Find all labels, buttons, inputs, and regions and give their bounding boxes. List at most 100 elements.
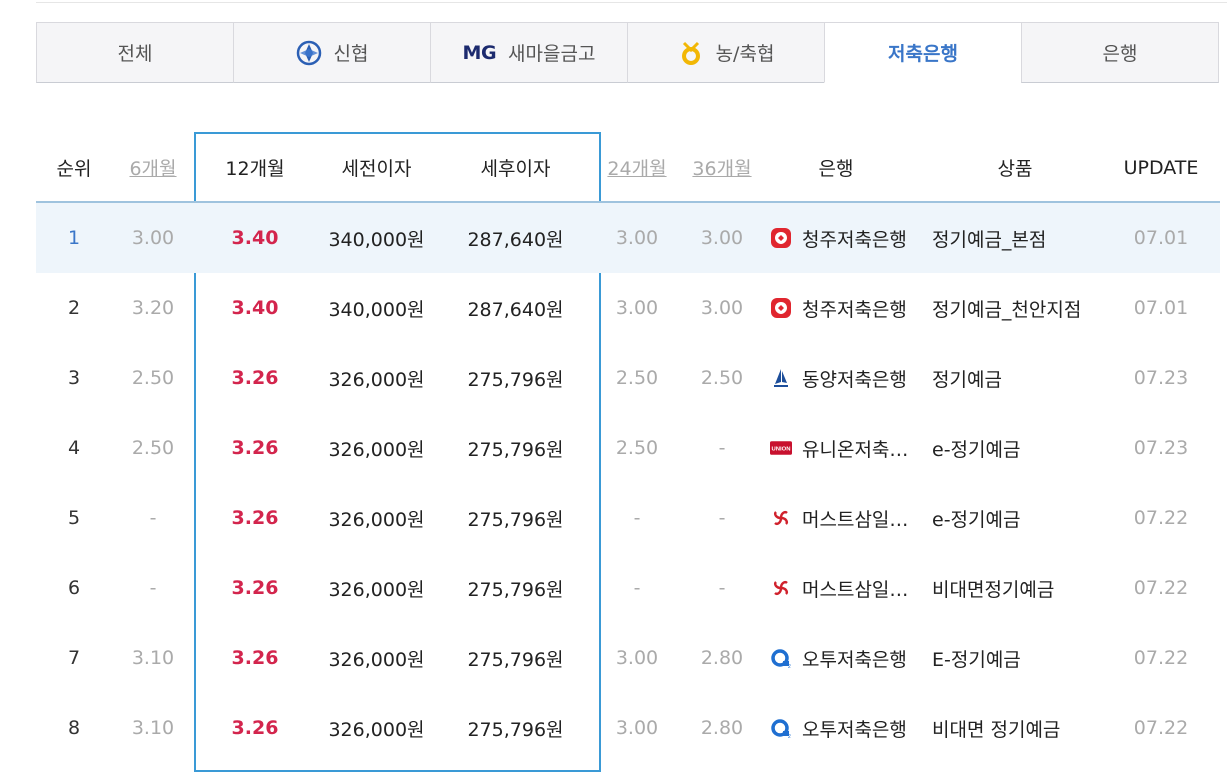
tab-savings-bank[interactable]: 저축은행: [824, 22, 1021, 83]
rate-24m-cell: -: [633, 507, 641, 529]
bank-cell[interactable]: 머스트삼일…: [764, 505, 928, 532]
rate-24m-cell: 3.00: [615, 717, 659, 739]
product-cell[interactable]: e-정기예금: [928, 435, 1102, 462]
pre-tax-cell: 326,000원: [328, 648, 425, 671]
pre-tax-cell: 326,000원: [328, 578, 425, 601]
product-cell[interactable]: 비대면 정기예금: [928, 715, 1102, 742]
shinhyup-logo-icon: [296, 40, 322, 66]
table-row[interactable]: 1 3.00 3.40 340,000원 287,640원 3.00 3.00 청주저축은행 정…: [36, 203, 1220, 273]
svg-text:UNION: UNION: [771, 447, 790, 453]
rate-36m-cell: -: [718, 437, 726, 459]
bank-name: 머스트삼일…: [802, 578, 909, 601]
rate-24m-cell: 3.00: [615, 647, 659, 669]
rank-cell: 1: [67, 227, 81, 249]
rank-cell: 3: [67, 367, 81, 389]
bank-cell[interactable]: 동양저축은행: [764, 365, 928, 392]
rate-36m-cell: 2.80: [700, 647, 744, 669]
table-row[interactable]: 2 3.20 3.40 340,000원 287,640원 3.00 3.00 청주저축은행 정…: [36, 273, 1220, 343]
header-update: UPDATE: [1123, 156, 1199, 179]
product-cell[interactable]: 정기예금_본점: [928, 225, 1102, 252]
header-12-months[interactable]: 12개월: [194, 154, 316, 181]
rank-cell: 7: [67, 647, 81, 669]
pre-tax-cell: 326,000원: [328, 718, 425, 741]
post-tax-cell: 275,796원: [467, 438, 564, 461]
bank-cell[interactable]: 2 오투저축은행: [764, 715, 928, 742]
rate-24m-cell: 2.50: [615, 367, 659, 389]
tab-nonghyup[interactable]: 농/축협: [627, 22, 824, 83]
rate-12m-cell: 3.40: [231, 297, 279, 319]
update-date-cell: 07.23: [1133, 437, 1189, 459]
rank-cell: 8: [67, 717, 81, 739]
post-tax-cell: 275,796원: [467, 368, 564, 391]
table-row[interactable]: 7 3.10 3.26 326,000원 275,796원 3.00 2.80 2 오투저축은행…: [36, 623, 1220, 693]
table-row[interactable]: 5 - 3.26 326,000원 275,796원 - - 머스트삼일… e-정기예금 07.2…: [36, 483, 1220, 553]
bank-cell[interactable]: 2 오투저축은행: [764, 645, 928, 672]
product-cell[interactable]: 정기예금_천안지점: [928, 295, 1102, 322]
rate-6m-cell: 2.50: [131, 437, 175, 459]
nonghyup-logo-icon: [678, 40, 704, 66]
table-row[interactable]: 8 3.10 3.26 326,000원 275,796원 3.00 2.80 2 오투저축은행…: [36, 693, 1220, 763]
product-cell[interactable]: E-정기예금: [928, 645, 1102, 672]
tab-label: 농/축협: [715, 43, 775, 65]
svg-text:2: 2: [788, 734, 791, 739]
table-row[interactable]: 4 2.50 3.26 326,000원 275,796원 2.50 - UNION 유니온저축…: [36, 413, 1220, 483]
update-date-cell: 07.22: [1133, 577, 1189, 599]
bank-cell[interactable]: 머스트삼일…: [764, 575, 928, 602]
bank-name: 유니온저축…: [802, 438, 909, 461]
update-date-cell: 07.22: [1133, 717, 1189, 739]
update-date-cell: 07.23: [1133, 367, 1189, 389]
post-tax-cell: 275,796원: [467, 648, 564, 671]
deposit-rank-table: 순위 6개월 12개월 세전이자 세후이자 24개월 36개월 은행 상품 UP…: [36, 134, 1220, 763]
rate-24m-cell: -: [633, 577, 641, 599]
rate-6m-cell: -: [149, 507, 157, 529]
rate-36m-cell: 2.80: [700, 717, 744, 739]
product-cell[interactable]: e-정기예금: [928, 505, 1102, 532]
tab-all[interactable]: 전체: [36, 22, 233, 83]
header-6-months[interactable]: 6개월: [112, 154, 194, 181]
product-cell[interactable]: 비대면정기예금: [928, 575, 1102, 602]
header-24-months[interactable]: 24개월: [594, 154, 680, 181]
bank-name: 오투저축은행: [802, 718, 907, 741]
must-samil-bank-logo-icon: [770, 507, 792, 529]
tab-shinhyup[interactable]: 신협: [233, 22, 430, 83]
update-date-cell: 07.01: [1133, 227, 1189, 249]
tab-label: 은행: [1102, 43, 1138, 65]
product-cell[interactable]: 정기예금: [928, 365, 1102, 392]
tab-label: 저축은행: [888, 43, 958, 65]
tab-label: 전체: [117, 43, 153, 65]
pre-tax-cell: 340,000원: [328, 298, 425, 321]
tab-saemaul[interactable]: MG 새마을금고: [430, 22, 627, 83]
rate-6m-cell: -: [149, 577, 157, 599]
rate-12m-cell: 3.26: [231, 577, 279, 599]
mg-logo-icon: MG: [462, 41, 497, 64]
pre-tax-cell: 326,000원: [328, 368, 425, 391]
pre-tax-cell: 326,000원: [328, 508, 425, 531]
rate-12m-cell: 3.26: [231, 717, 279, 739]
post-tax-cell: 275,796원: [467, 718, 564, 741]
header-post-tax-interest: 세후이자: [480, 158, 551, 180]
post-tax-cell: 275,796원: [467, 508, 564, 531]
pre-tax-cell: 340,000원: [328, 228, 425, 251]
rate-36m-cell: 2.50: [700, 367, 744, 389]
tab-bank[interactable]: 은행: [1021, 22, 1219, 83]
cheongju-bank-logo-icon: [770, 297, 792, 319]
bank-cell[interactable]: 청주저축은행: [764, 295, 928, 322]
post-tax-cell: 275,796원: [467, 578, 564, 601]
header-pre-tax-interest: 세전이자: [341, 158, 412, 180]
top-divider: [36, 2, 1227, 3]
rank-cell: 5: [67, 507, 81, 529]
table-row[interactable]: 6 - 3.26 326,000원 275,796원 - - 머스트삼일… 비대면정기예금 07.…: [36, 553, 1220, 623]
rate-24m-cell: 3.00: [615, 227, 659, 249]
bank-cell[interactable]: 청주저축은행: [764, 225, 928, 252]
rate-24m-cell: 3.00: [615, 297, 659, 319]
rank-cell: 2: [67, 297, 81, 319]
bank-cell[interactable]: UNION 유니온저축…: [764, 435, 928, 462]
rate-6m-cell: 3.20: [131, 297, 175, 319]
header-bank: 은행: [818, 158, 854, 180]
bank-name: 청주저축은행: [802, 298, 907, 321]
bank-name: 청주저축은행: [802, 228, 907, 251]
table-header: 순위 6개월 12개월 세전이자 세후이자 24개월 36개월 은행 상품 UP…: [36, 134, 1220, 203]
table-row[interactable]: 3 2.50 3.26 326,000원 275,796원 2.50 2.50 동양저축은행 정…: [36, 343, 1220, 413]
header-36-months[interactable]: 36개월: [680, 154, 764, 181]
rate-36m-cell: 3.00: [700, 227, 744, 249]
